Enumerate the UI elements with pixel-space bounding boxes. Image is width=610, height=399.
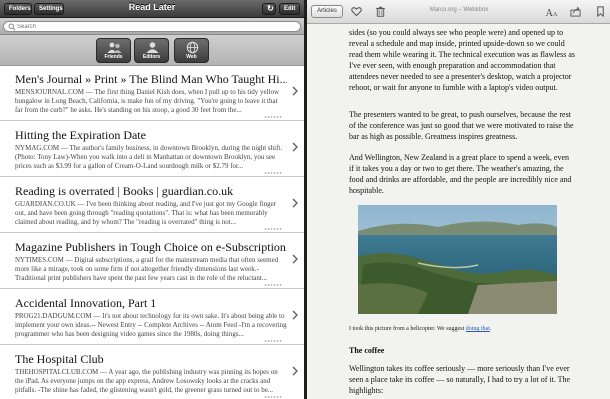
editors-folder-button[interactable]: Editors <box>134 38 169 63</box>
section-heading: The coffee <box>349 346 385 355</box>
caption-link[interactable]: doing that <box>466 326 490 332</box>
list-item[interactable]: Men's Journal » Print » The Blind Man Wh… <box>0 66 304 121</box>
folder-label: Friends <box>104 54 123 60</box>
rating-dots <box>264 228 282 230</box>
article-paragraph: Wellington takes its coffee seriously — … <box>349 364 571 396</box>
article-summary: MENSJOURNAL.COM — The first thing Daniel… <box>15 88 280 114</box>
svg-text:A: A <box>553 11 558 17</box>
folders-strip: Friends Editors Web <box>0 35 304 66</box>
bookmark-icon[interactable] <box>595 6 606 17</box>
chevron-right-icon <box>292 254 298 264</box>
left-toolbar: Folders Settings Read Later ↻ Edit <box>0 0 304 18</box>
friends-folder-button[interactable]: Friends <box>96 38 131 63</box>
article-title: Reading is overrated | Books | guardian.… <box>15 184 234 198</box>
chevron-right-icon <box>292 142 298 152</box>
web-icon <box>186 41 199 54</box>
article-summary: PROG21.DADGUM.COM — It's not about techn… <box>15 312 287 338</box>
article-summary: THEHOSPITALCLUB.COM — A year ago, the pu… <box>15 368 278 394</box>
rating-dots <box>264 284 282 286</box>
search-field[interactable] <box>3 21 301 32</box>
list-item[interactable]: Accidental Innovation, Part 1 PROG21.DAD… <box>0 290 304 345</box>
article-paragraph: And Wellington, New Zealand is a great p… <box>349 153 572 196</box>
articles-button[interactable]: Articles <box>311 5 343 18</box>
wellington-photo <box>358 205 557 314</box>
friends-icon <box>107 42 122 53</box>
left-pane: Folders Settings Read Later ↻ Edit Frien… <box>0 0 304 399</box>
chevron-right-icon <box>292 198 298 208</box>
trash-icon[interactable] <box>375 6 386 17</box>
editors-icon <box>146 42 159 53</box>
caption-text: I took this picture from a helicopter. W… <box>349 326 465 332</box>
article-paragraph: sides (so you could always see who peopl… <box>349 28 575 93</box>
reader-toolbar: Articles Marco.org – Webkbox A A <box>307 0 610 24</box>
caption-end: . <box>489 326 492 332</box>
rating-dots <box>264 396 282 398</box>
article-list: Men's Journal » Print » The Blind Man Wh… <box>0 66 304 399</box>
font-size-icon[interactable]: A A <box>545 6 559 17</box>
search-input[interactable] <box>17 22 297 31</box>
article-title: Accidental Innovation, Part 1 <box>15 296 157 310</box>
search-icon <box>8 23 16 31</box>
right-pane: Articles Marco.org – Webkbox A A sides (… <box>307 0 610 399</box>
page-title: Read Later <box>128 2 176 12</box>
article-summary: GUARDIAN.CO.UK — I've been thinking abou… <box>15 200 277 226</box>
article-title: Magazine Publishers in Tough Choice on e… <box>15 240 287 254</box>
rating-dots <box>264 116 282 118</box>
rating-dots <box>264 340 282 342</box>
article-summary: NYTIMES.COM — Digital subscriptions, a g… <box>15 256 279 282</box>
list-item[interactable]: Reading is overrated | Books | guardian.… <box>0 178 304 233</box>
search-bar <box>0 18 304 35</box>
chevron-right-icon <box>292 366 298 376</box>
refresh-button[interactable]: ↻ <box>262 3 276 15</box>
article-summary: NYMAG.COM — The author's family business… <box>15 144 283 170</box>
rating-dots <box>264 172 282 174</box>
article-title: Men's Journal » Print » The Blind Man Wh… <box>15 72 287 86</box>
list-item[interactable]: The Hospital Club THEHOSPITALCLUB.COM — … <box>0 346 304 399</box>
edit-button[interactable]: Edit <box>279 3 300 15</box>
folders-button[interactable]: Folders <box>4 3 32 15</box>
photo-caption: I took this picture from a helicopter. W… <box>349 326 575 332</box>
settings-button[interactable]: Settings <box>34 3 64 15</box>
folder-label: Editors <box>142 54 161 60</box>
web-folder-button[interactable]: Web <box>174 38 209 63</box>
chevron-right-icon <box>292 310 298 320</box>
article-paragraph: The presenters wanted to be great, to pu… <box>349 110 574 142</box>
list-item[interactable]: Magazine Publishers in Tough Choice on e… <box>0 234 304 289</box>
chevron-right-icon <box>292 86 298 96</box>
list-item[interactable]: Hitting the Expiration Date NYMAG.COM — … <box>0 122 304 177</box>
heart-icon[interactable] <box>351 6 362 17</box>
article-url: Marco.org – Webkbox <box>429 7 489 13</box>
folder-label: Web <box>186 54 197 60</box>
article-title: The Hospital Club <box>15 352 104 366</box>
reader-content: sides (so you could always see who peopl… <box>307 24 610 399</box>
share-icon[interactable] <box>570 6 581 17</box>
article-title: Hitting the Expiration Date <box>15 128 146 142</box>
